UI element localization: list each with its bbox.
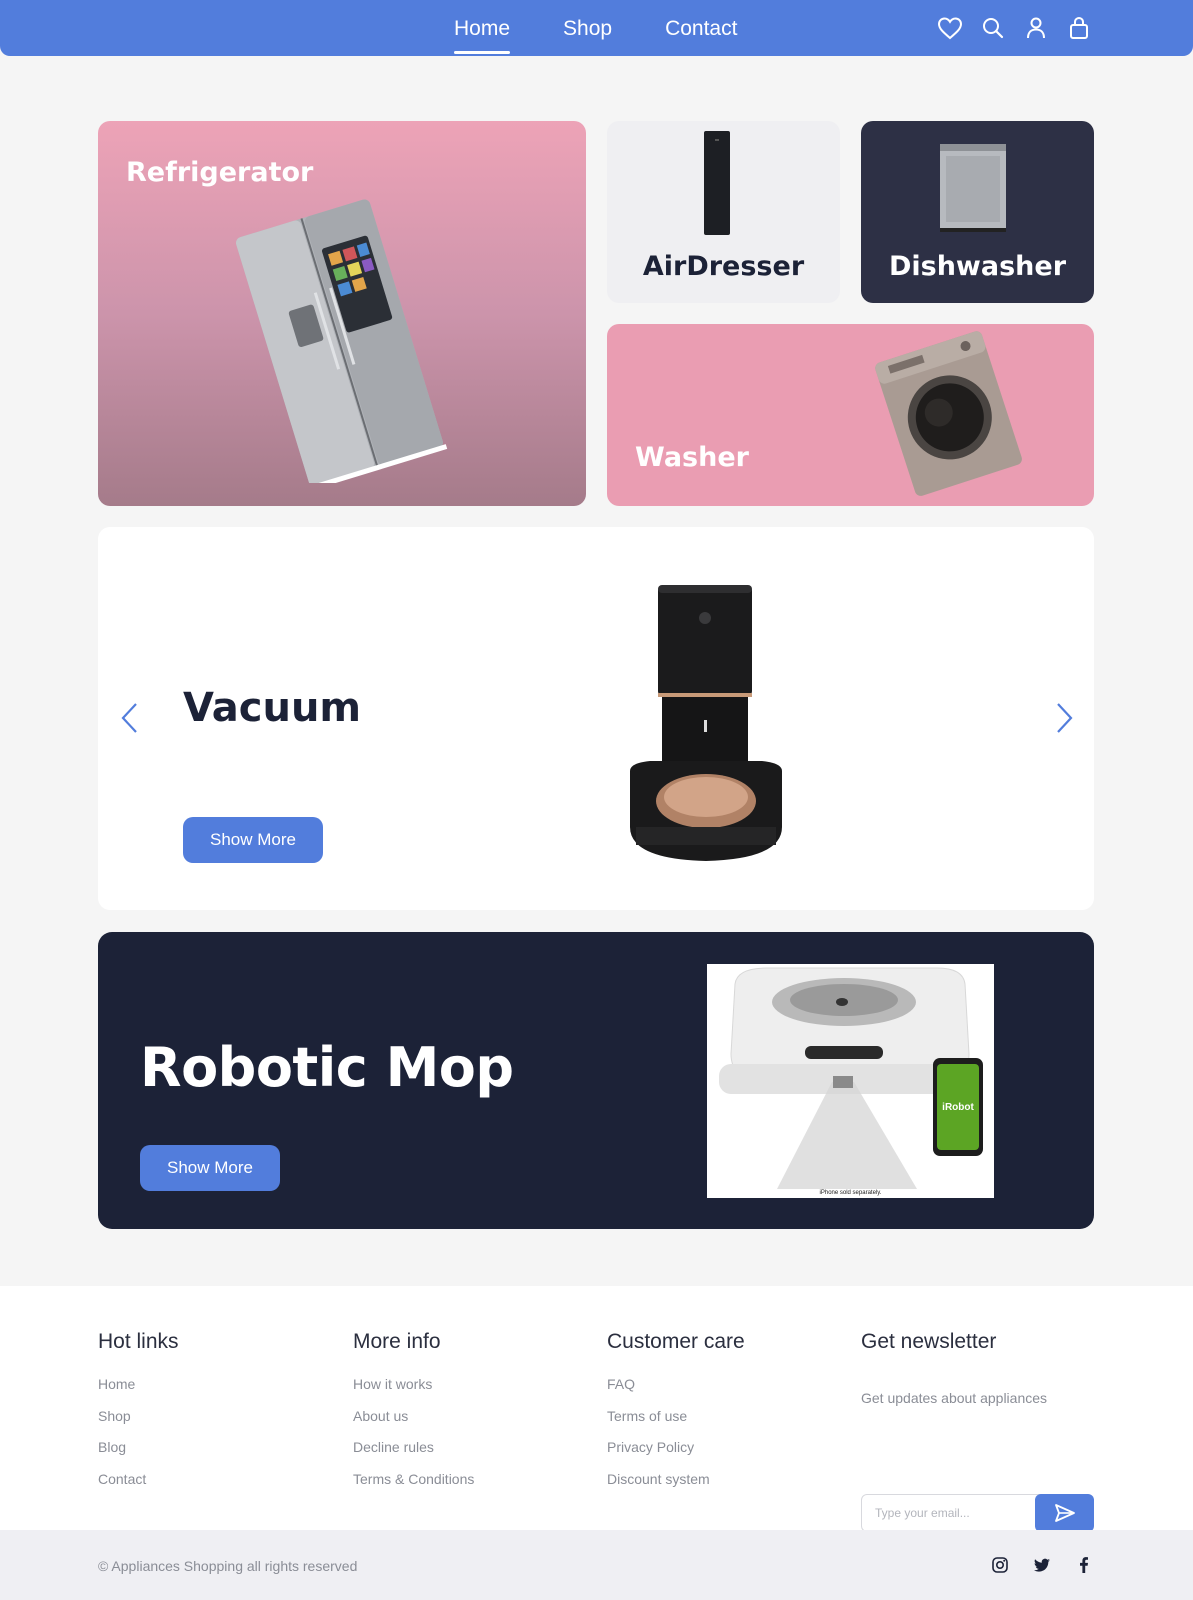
- washer-image: [875, 331, 1022, 496]
- footer-heading: Hot links: [98, 1330, 179, 1353]
- category-title: Washer: [635, 442, 749, 473]
- social-links: [990, 1555, 1116, 1575]
- footer-hot-links: Hot links Home Shop Blog Contact: [98, 1330, 179, 1502]
- dishwasher-image: [940, 144, 1006, 232]
- footer-heading: Customer care: [607, 1330, 745, 1353]
- nav-home[interactable]: Home: [454, 16, 511, 54]
- footer-link-privacy-policy[interactable]: Privacy Policy: [607, 1439, 745, 1456]
- category-title: Dishwasher: [888, 251, 1067, 282]
- category-title: Refrigerator: [126, 157, 314, 188]
- top-navbar: Home Shop Contact: [0, 0, 1193, 56]
- footer-link-shop[interactable]: Shop: [98, 1408, 179, 1425]
- footer-link-faq[interactable]: FAQ: [607, 1376, 745, 1393]
- footer-newsletter: Get newsletter Get updates about applian…: [861, 1330, 1094, 1540]
- footer-link-how-it-works[interactable]: How it works: [353, 1376, 474, 1393]
- nav-shop[interactable]: Shop: [563, 16, 612, 42]
- footer-link-blog[interactable]: Blog: [98, 1439, 179, 1456]
- facebook-icon[interactable]: [1074, 1555, 1094, 1575]
- main-nav: Home Shop Contact: [454, 16, 737, 54]
- nav-contact[interactable]: Contact: [665, 16, 737, 42]
- category-title: AirDresser: [642, 251, 805, 282]
- send-icon: [1054, 1504, 1075, 1522]
- airdresser-image: [704, 131, 730, 235]
- show-more-button[interactable]: Show More: [183, 817, 323, 863]
- search-icon[interactable]: [979, 14, 1007, 42]
- category-card-washer[interactable]: Washer: [607, 324, 1094, 506]
- footer-link-decline-rules[interactable]: Decline rules: [353, 1439, 474, 1456]
- instagram-icon[interactable]: [990, 1555, 1010, 1575]
- robotic-mop-banner: Robotic Mop Show More iRobot iPhone sold…: [98, 932, 1094, 1229]
- slide-title: Vacuum: [183, 685, 362, 731]
- footer-link-contact[interactable]: Contact: [98, 1471, 179, 1488]
- newsletter-form: [861, 1494, 1094, 1532]
- footer-heading: More info: [353, 1330, 441, 1353]
- newsletter-text: Get updates about appliances: [861, 1390, 1048, 1406]
- footer-link-home[interactable]: Home: [98, 1376, 179, 1393]
- image-caption: iPhone sold separately.: [819, 1190, 882, 1196]
- heart-icon[interactable]: [936, 14, 964, 42]
- category-card-airdresser[interactable]: AirDresser: [607, 121, 840, 303]
- header-actions: [936, 14, 1108, 42]
- email-field[interactable]: [861, 1494, 1051, 1532]
- chevron-right-icon[interactable]: [1052, 701, 1076, 735]
- banner-title: Robotic Mop: [140, 1036, 514, 1099]
- phone-logo: iRobot: [942, 1102, 974, 1113]
- footer-link-terms-of-use[interactable]: Terms of use: [607, 1408, 745, 1425]
- user-icon[interactable]: [1022, 14, 1050, 42]
- footer-more-info: More info How it works About us Decline …: [353, 1330, 474, 1502]
- footer-link-about-us[interactable]: About us: [353, 1408, 474, 1425]
- footer-customer-care: Customer care FAQ Terms of use Privacy P…: [607, 1330, 745, 1502]
- category-card-dishwasher[interactable]: Dishwasher: [861, 121, 1094, 303]
- show-more-button[interactable]: Show More: [140, 1145, 280, 1191]
- footer-link-discount-system[interactable]: Discount system: [607, 1471, 745, 1488]
- footer-link-terms-conditions[interactable]: Terms & Conditions: [353, 1471, 474, 1488]
- robotic-mop-image: iRobot iPhone sold separately.: [707, 964, 994, 1198]
- bottom-bar: © Appliances Shopping all rights reserve…: [0, 1530, 1193, 1600]
- chevron-left-icon[interactable]: [118, 701, 142, 735]
- vacuum-image: [630, 585, 782, 861]
- copyright-text: © Appliances Shopping all rights reserve…: [98, 1558, 358, 1574]
- bag-icon[interactable]: [1065, 14, 1093, 42]
- category-card-refrigerator[interactable]: Refrigerator: [98, 121, 586, 506]
- refrigerator-image: [236, 199, 448, 483]
- footer: Hot links Home Shop Blog Contact More in…: [0, 1286, 1193, 1532]
- footer-heading: Get newsletter: [861, 1330, 997, 1353]
- twitter-icon[interactable]: [1032, 1555, 1052, 1575]
- product-slider: Vacuum Show More: [98, 527, 1094, 910]
- send-button[interactable]: [1035, 1494, 1094, 1532]
